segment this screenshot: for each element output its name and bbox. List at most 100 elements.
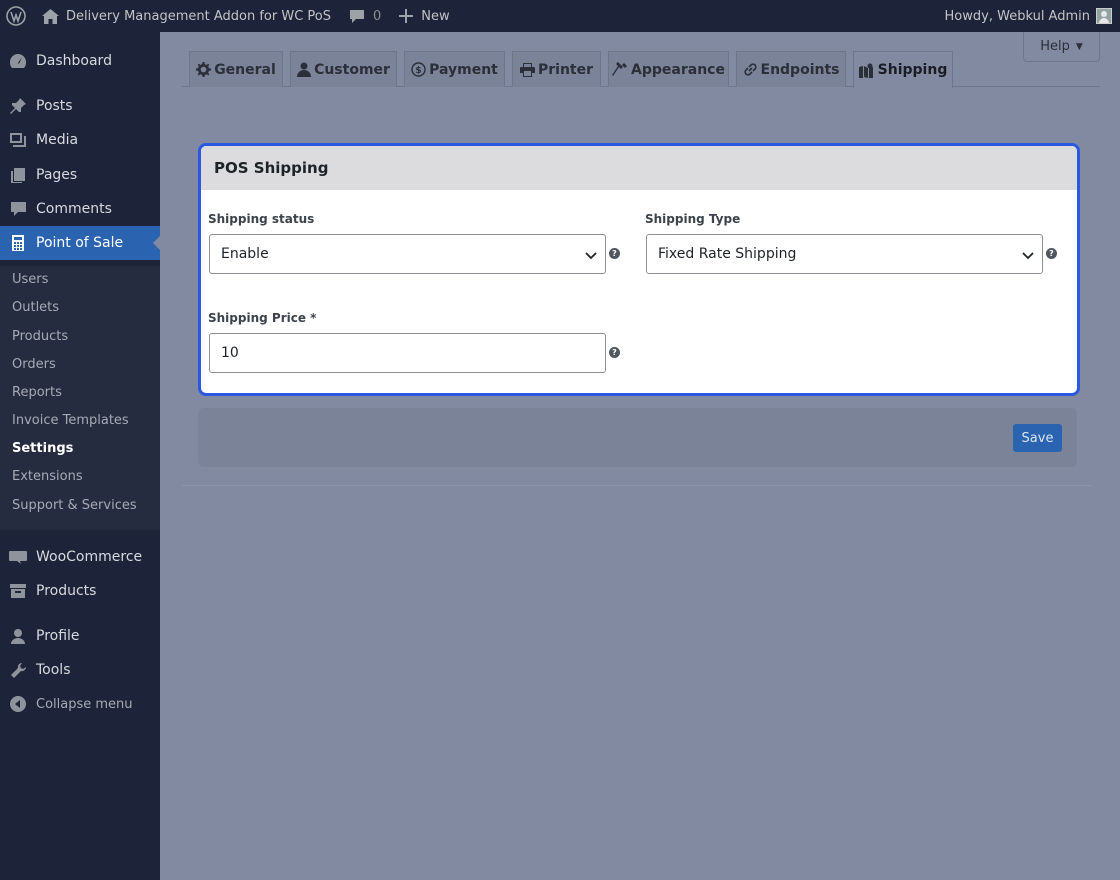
sidebar-item-tools[interactable]: Tools [0,653,160,687]
tab-shipping[interactable]: Shipping [853,51,953,88]
sidebar-item-dashboard[interactable]: Dashboard [0,44,160,78]
sidebar-item-point-of-sale[interactable]: Point of Sale [0,226,161,260]
sidebar-item-label: Posts [36,98,73,114]
dashboard-icon [0,53,36,69]
media-icon [0,132,36,148]
shipping-price-input[interactable]: 10 [209,333,606,373]
tab-label: Appearance [631,61,725,78]
comments-icon [0,201,36,217]
submenu-item-products[interactable]: Products [12,329,68,344]
tab-label: Shipping [877,62,948,78]
printer-icon [519,62,538,77]
site-name-link[interactable]: Delivery Management Addon for WC PoS [34,0,339,32]
submenu-item-orders[interactable]: Orders [12,357,56,372]
sidebar-item-label: Pages [36,167,78,183]
wrench-icon [0,662,36,679]
wordpress-logo-icon[interactable] [0,0,34,32]
submenu-item-users[interactable]: Users [12,272,48,287]
chevron-down-icon [585,248,597,264]
sidebar-item-comments[interactable]: Comments [0,192,160,226]
comments-count: 0 [373,8,382,24]
shipping-price-value: 10 [221,345,239,361]
admin-sidebar: Dashboard Posts Media Pages Comments Poi… [0,32,161,880]
shipping-type-select[interactable]: Fixed Rate Shipping [646,234,1043,274]
link-icon [743,62,761,77]
new-label: New [421,8,450,24]
submenu-item-invoice-templates[interactable]: Invoice Templates [12,413,129,428]
avatar [1096,8,1112,24]
tab-printer[interactable]: Printer [512,51,601,87]
submenu-item-extensions[interactable]: Extensions [12,469,83,484]
panel-title: POS Shipping [201,146,1077,190]
pages-icon [0,167,36,184]
sidebar-item-label: Comments [36,201,112,217]
sidebar-item-label: Profile [36,628,80,644]
sidebar-item-pages[interactable]: Pages [0,158,160,192]
user-icon [0,628,36,645]
comments-link[interactable]: 0 [339,0,389,32]
collapse-menu-button[interactable]: Collapse menu [0,687,160,721]
sidebar-item-label: Tools [36,662,71,678]
settings-tabs: General Customer $ Payment Printer Appea… [182,50,1100,88]
woocommerce-icon [0,550,36,564]
site-name: Delivery Management Addon for WC PoS [66,8,332,24]
map-location-icon [858,63,878,78]
sidebar-item-profile[interactable]: Profile [0,619,160,653]
archive-icon [0,583,36,599]
dollar-circle-icon: $ [411,62,429,77]
sidebar-item-label: WooCommerce [36,549,143,565]
tab-general[interactable]: General [189,51,283,87]
tab-payment[interactable]: $ Payment [404,51,505,87]
sidebar-item-label: Media [36,132,79,148]
help-tip-icon[interactable]: ? [1046,248,1057,259]
tab-label: Customer [314,61,390,78]
sidebar-item-products[interactable]: Products [0,574,160,608]
calculator-icon [0,234,36,252]
pos-shipping-panel: POS Shipping Shipping status Enable ? Sh… [198,143,1080,396]
hammer-icon [612,62,631,77]
divider [182,485,1092,486]
save-bar: Save [198,408,1077,467]
tab-appearance[interactable]: Appearance [608,51,729,87]
shipping-status-value: Enable [221,246,269,262]
tab-label: Printer [537,61,594,78]
save-button[interactable]: Save [1013,424,1062,452]
sidebar-item-posts[interactable]: Posts [0,89,160,123]
help-tip-icon[interactable]: ? [609,347,620,358]
submenu-item-outlets[interactable]: Outlets [12,300,59,315]
sidebar-item-label: Point of Sale [36,235,124,251]
sidebar-item-label: Products [36,583,97,599]
plus-icon [399,9,414,23]
shipping-price-label: Shipping Price * [208,311,317,325]
shipping-status-label: Shipping status [208,212,315,226]
help-tip-icon[interactable]: ? [609,248,620,259]
submenu-item-reports[interactable]: Reports [12,385,62,400]
tab-label: General [214,61,276,78]
sidebar-item-label: Dashboard [36,53,112,69]
gear-icon [196,62,214,77]
sidebar-item-woocommerce[interactable]: WooCommerce [0,540,160,574]
tab-endpoints[interactable]: Endpoints [736,51,846,87]
svg-text:$: $ [415,66,421,76]
chevron-down-icon [1022,248,1034,264]
submenu-item-support[interactable]: Support & Services [12,498,137,513]
submenu-item-settings[interactable]: Settings [12,441,73,456]
howdy-text: Howdy, Webkul Admin [944,8,1090,24]
shipping-type-value: Fixed Rate Shipping [658,246,797,262]
point-of-sale-submenu: Users Outlets Products Orders Reports In… [0,266,160,530]
collapse-menu-label: Collapse menu [36,696,133,712]
shipping-type-label: Shipping Type [645,212,741,226]
pushpin-icon [0,97,36,115]
home-icon [42,8,59,24]
shipping-status-select[interactable]: Enable [209,234,606,274]
tab-label: Endpoints [760,61,840,78]
tab-label: Payment [429,61,498,78]
collapse-arrow-icon [0,696,36,712]
tab-customer[interactable]: Customer [290,51,397,87]
comment-bubble-icon [349,9,365,24]
my-account-link[interactable]: Howdy, Webkul Admin [945,0,1120,32]
admin-bar: Delivery Management Addon for WC PoS 0 N… [0,0,1120,32]
sidebar-item-media[interactable]: Media [0,123,160,157]
user-icon [297,62,314,77]
new-content-link[interactable]: New [389,0,457,32]
